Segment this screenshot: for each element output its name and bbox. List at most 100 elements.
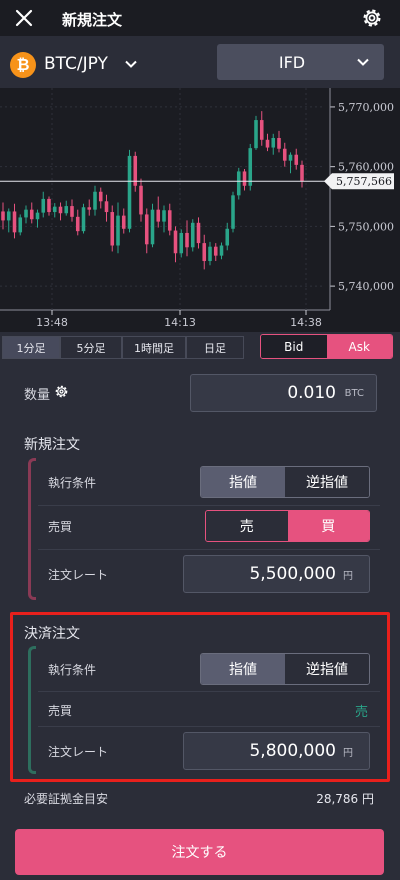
bid-ask-toggle: Bid Ask — [260, 334, 393, 359]
candle-body — [259, 120, 264, 140]
candle-body — [236, 171, 241, 196]
candle-body — [47, 198, 51, 213]
candle-body — [104, 201, 109, 213]
timeframe-tabs: 1分足 5分足 1時間足 日足 — [2, 336, 244, 359]
x-tick-label: 14:38 — [290, 316, 322, 329]
tab-1hour[interactable]: 1時間足 — [122, 336, 186, 359]
settle-rate-label: 注文レート — [48, 745, 109, 759]
candle-body — [185, 232, 189, 248]
new-rate-label: 注文レート — [48, 568, 109, 582]
y-tick-label: 5,770,000 — [338, 101, 394, 114]
new-side-buy[interactable]: 買 — [287, 511, 369, 541]
candle-body — [29, 209, 34, 220]
divider — [38, 691, 380, 692]
submit-order-button[interactable]: 注文する — [15, 829, 384, 875]
settle-condition-limit[interactable]: 指値 — [201, 654, 285, 684]
quantity-value: 0.010 — [287, 383, 336, 403]
tab-5min[interactable]: 5分足 — [60, 336, 122, 359]
candle-body — [156, 209, 161, 222]
candle-body — [288, 154, 293, 161]
candle-body — [6, 211, 11, 221]
candle-body — [110, 212, 115, 246]
tab-daily[interactable]: 日足 — [186, 336, 244, 359]
candle-body — [265, 139, 270, 148]
bitcoin-icon: ₿ — [10, 52, 36, 78]
new-side-toggle: 売 買 — [205, 510, 370, 542]
ask-button[interactable]: Ask — [326, 335, 392, 358]
divider — [38, 505, 380, 506]
candle-body — [190, 222, 195, 248]
candle-body — [242, 171, 247, 186]
settle-rate-unit: 円 — [343, 747, 353, 759]
y-tick-label: 5,740,000 — [338, 280, 394, 293]
y-tick-label: 5,750,000 — [338, 220, 394, 233]
pair-selector[interactable]: BTC/JPY — [44, 54, 108, 74]
quantity-input[interactable]: 0.010 BTC — [190, 374, 377, 412]
candle-body — [162, 210, 166, 222]
candle-body — [208, 246, 212, 262]
settle-rate-value: 5,800,000 — [249, 741, 336, 761]
settle-order-bracket — [28, 646, 36, 774]
candle-body — [179, 232, 184, 254]
candle-body — [167, 210, 172, 231]
settle-condition-label: 執行条件 — [48, 663, 97, 677]
close-icon[interactable] — [14, 8, 34, 28]
margin-value: 28,786 円 — [316, 792, 374, 806]
candle-body — [231, 195, 235, 229]
settle-condition-toggle: 指値 逆指値 — [200, 653, 370, 685]
candle-body — [219, 245, 224, 256]
candle-body — [277, 137, 281, 149]
tab-1min[interactable]: 1分足 — [2, 336, 60, 359]
new-condition-toggle: 指値 逆指値 — [200, 466, 370, 498]
candle-body — [150, 209, 155, 245]
new-rate-input[interactable]: 5,500,000 円 — [183, 555, 370, 593]
candle-body — [294, 154, 299, 165]
candle-body — [248, 148, 253, 186]
gear-icon[interactable] — [360, 6, 384, 30]
candle-body — [93, 191, 97, 210]
gear-icon[interactable] — [54, 384, 69, 399]
margin-label: 必要証拠金目安 — [24, 792, 109, 806]
quantity-unit: BTC — [344, 387, 364, 399]
candle-body — [70, 206, 74, 217]
new-rate-unit: 円 — [343, 570, 353, 582]
candle-body — [87, 207, 92, 210]
new-condition-stop[interactable]: 逆指値 — [285, 467, 369, 497]
candle-body — [116, 215, 120, 246]
settle-rate-input[interactable]: 5,800,000 円 — [183, 732, 370, 770]
page-title: 新規注文 — [62, 11, 123, 29]
divider — [38, 549, 380, 550]
candle-body — [12, 211, 17, 233]
bid-button[interactable]: Bid — [261, 335, 327, 358]
candle-body — [1, 211, 5, 221]
candle-body — [75, 216, 80, 232]
candle-body — [213, 246, 218, 256]
candle-body — [144, 214, 149, 245]
chevron-down-icon — [357, 58, 369, 66]
new-side-sell[interactable]: 売 — [206, 511, 288, 541]
settle-side-label: 売買 — [48, 704, 73, 718]
quantity-label: 数量 — [24, 388, 51, 403]
candle-body — [300, 164, 304, 182]
divider — [38, 726, 380, 727]
candle-body — [282, 148, 287, 161]
order-type-select[interactable]: IFD — [217, 44, 384, 80]
order-type-value: IFD — [278, 53, 306, 72]
new-rate-value: 5,500,000 — [249, 564, 336, 584]
candle-body — [81, 207, 86, 232]
settle-side-value: 売 — [355, 705, 369, 720]
candle-body — [254, 120, 258, 149]
candle-body — [121, 215, 126, 229]
chevron-down-icon[interactable] — [124, 57, 138, 71]
candle-body — [127, 155, 132, 229]
x-tick-label: 14:13 — [164, 316, 196, 329]
new-condition-limit[interactable]: 指値 — [201, 467, 285, 497]
price-chart[interactable]: 5,770,000 5,760,000 5,750,000 5,740,000 13:4… — [0, 88, 400, 332]
candle-body — [139, 185, 143, 215]
candle-body — [24, 209, 28, 218]
new-condition-label: 執行条件 — [48, 476, 97, 490]
candle-body — [35, 212, 40, 220]
candle-body — [64, 206, 69, 214]
settle-condition-stop[interactable]: 逆指値 — [285, 654, 369, 684]
candle-body — [173, 230, 178, 254]
